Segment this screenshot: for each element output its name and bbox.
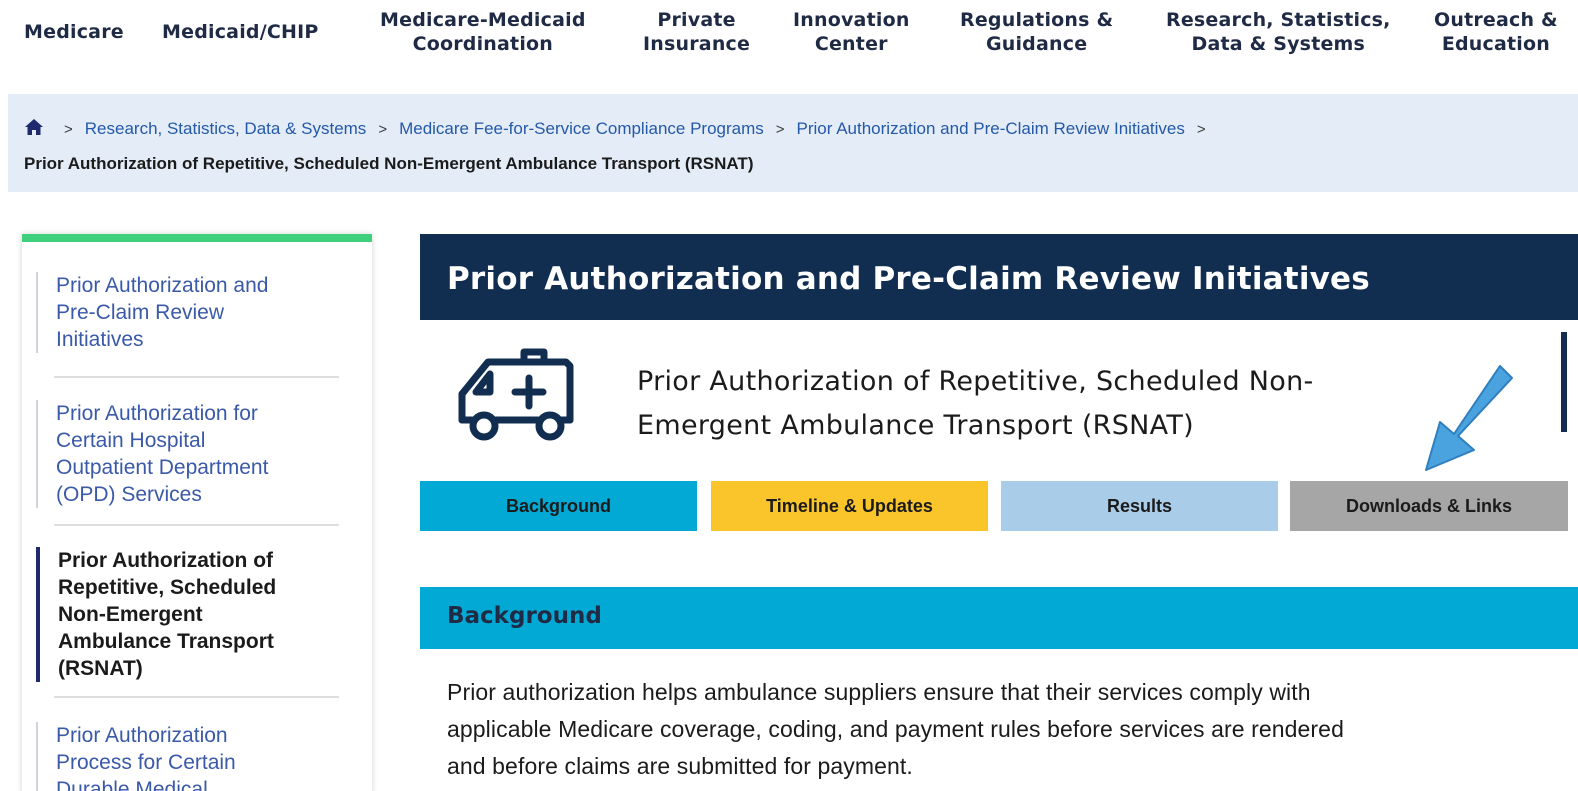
section-text-line: and before claims are submitted for paym… xyxy=(447,753,913,779)
sidebar-item-line: Outpatient Department xyxy=(56,456,269,479)
section-header-background: Background xyxy=(420,587,1578,649)
sidebar-item-line: Certain Hospital xyxy=(56,429,206,452)
sidebar-item-prior-auth-initiatives[interactable]: Prior Authorization and Pre-Claim Review… xyxy=(36,272,341,353)
sidebar-divider xyxy=(54,696,339,698)
breadcrumb-current: Prior Authorization of Repetitive, Sched… xyxy=(24,154,754,173)
sidebar-item-line: Pre-Claim Review xyxy=(56,301,225,324)
sidebar-item-dmepos[interactable]: Prior Authorization Process for Certain … xyxy=(36,722,341,791)
program-title: Prior Authorization of Repetitive, Sched… xyxy=(637,360,1437,448)
sidebar-item-line: (RSNAT) xyxy=(58,657,143,680)
nav-outreach-education[interactable]: Outreach & Education xyxy=(1434,8,1558,56)
breadcrumb: > Research, Statistics, Data & Systems > Me… xyxy=(8,94,1578,192)
tab-results[interactable]: Results xyxy=(1001,481,1278,531)
breadcrumb-trail: > Research, Statistics, Data & Systems > Me… xyxy=(24,112,1562,147)
breadcrumb-link-research[interactable]: Research, Statistics, Data & Systems xyxy=(85,119,367,138)
sidebar-item-line: (OPD) Services xyxy=(56,483,202,506)
nav-private-insurance[interactable]: Private Insurance xyxy=(643,8,750,56)
tab-background[interactable]: Background xyxy=(420,481,697,531)
sidebar-item-line: Ambulance Transport xyxy=(58,630,274,653)
chevron-right-icon: > xyxy=(1196,121,1206,138)
home-icon[interactable] xyxy=(24,118,44,136)
nav-regulations-guidance[interactable]: Regulations & Guidance xyxy=(960,8,1113,56)
side-edge-bar xyxy=(1561,332,1567,432)
nav-label-line1: Regulations & xyxy=(960,9,1114,31)
section-text-line: Prior authorization helps ambulance supp… xyxy=(447,679,1311,705)
nav-label-line2: Insurance xyxy=(643,33,751,55)
program-title-line2: Emergent Ambulance Transport (RSNAT) xyxy=(637,410,1194,441)
chevron-right-icon: > xyxy=(378,121,388,138)
sidebar-item-line: Prior Authorization xyxy=(56,724,228,747)
nav-medicare-medicaid-coordination[interactable]: Medicare-Medicaid Coordination xyxy=(380,8,586,56)
nav-label-line2: Center xyxy=(814,33,888,55)
sidebar-item-line: Prior Authorization and xyxy=(56,274,269,297)
nav-label-line1: Research, Statistics, xyxy=(1166,9,1391,31)
nav-label-line1: Medicare-Medicaid xyxy=(380,9,586,31)
sidebar-item-line: Process for Certain xyxy=(56,751,236,774)
nav-medicare[interactable]: Medicare xyxy=(24,20,124,44)
section-body-text: Prior authorization helps ambulance supp… xyxy=(447,674,1567,785)
ambulance-icon xyxy=(458,348,574,441)
nav-label-line1: Outreach & xyxy=(1434,9,1558,31)
nav-label-line2: Coordination xyxy=(412,33,554,55)
nav-label-line2: Data & Systems xyxy=(1191,33,1366,55)
nav-label-line1: Innovation xyxy=(793,9,910,31)
sidebar-divider xyxy=(54,524,339,526)
nav-innovation-center[interactable]: Innovation Center xyxy=(793,8,910,56)
breadcrumb-link-ffs-compliance[interactable]: Medicare Fee-for-Service Compliance Prog… xyxy=(399,119,764,138)
page-title: Prior Authorization and Pre-Claim Review… xyxy=(420,234,1578,320)
sidebar-item-line: Durable Medical xyxy=(56,778,208,791)
nav-medicaid-chip[interactable]: Medicaid/CHIP xyxy=(162,20,318,44)
chevron-right-icon: > xyxy=(64,121,73,138)
program-title-line1: Prior Authorization of Repetitive, Sched… xyxy=(637,366,1314,397)
sidebar-accent-bar xyxy=(22,234,372,242)
tab-timeline-updates[interactable]: Timeline & Updates xyxy=(711,481,988,531)
chevron-right-icon: > xyxy=(775,121,785,138)
nav-label-line1: Private xyxy=(657,9,736,31)
sidebar: Prior Authorization and Pre-Claim Review… xyxy=(22,234,372,791)
breadcrumb-link-prior-auth[interactable]: Prior Authorization and Pre-Claim Review… xyxy=(797,119,1185,138)
nav-label-line2: Education xyxy=(1441,33,1550,55)
tab-downloads-links[interactable]: Downloads & Links xyxy=(1290,481,1568,531)
arrow-pointer-icon xyxy=(1425,365,1513,471)
sidebar-item-line: Repetitive, Scheduled xyxy=(58,576,277,599)
sidebar-item-line: Prior Authorization for xyxy=(56,402,258,425)
sidebar-item-opd-services[interactable]: Prior Authorization for Certain Hospital… xyxy=(36,400,341,508)
sidebar-item-rsnat[interactable]: Prior Authorization of Repetitive, Sched… xyxy=(36,547,341,682)
sidebar-item-line: Initiatives xyxy=(56,328,144,351)
sidebar-item-line: Prior Authorization of xyxy=(58,549,274,572)
section-text-line: applicable Medicare coverage, coding, an… xyxy=(447,716,1344,742)
top-navigation: Medicare Medicaid/CHIP Medicare-Medicaid… xyxy=(0,0,1578,92)
sidebar-item-line: Non-Emergent xyxy=(58,603,203,626)
nav-label-line2: Guidance xyxy=(985,33,1088,55)
nav-research-statistics[interactable]: Research, Statistics, Data & Systems xyxy=(1166,8,1391,56)
sidebar-divider xyxy=(54,376,339,378)
